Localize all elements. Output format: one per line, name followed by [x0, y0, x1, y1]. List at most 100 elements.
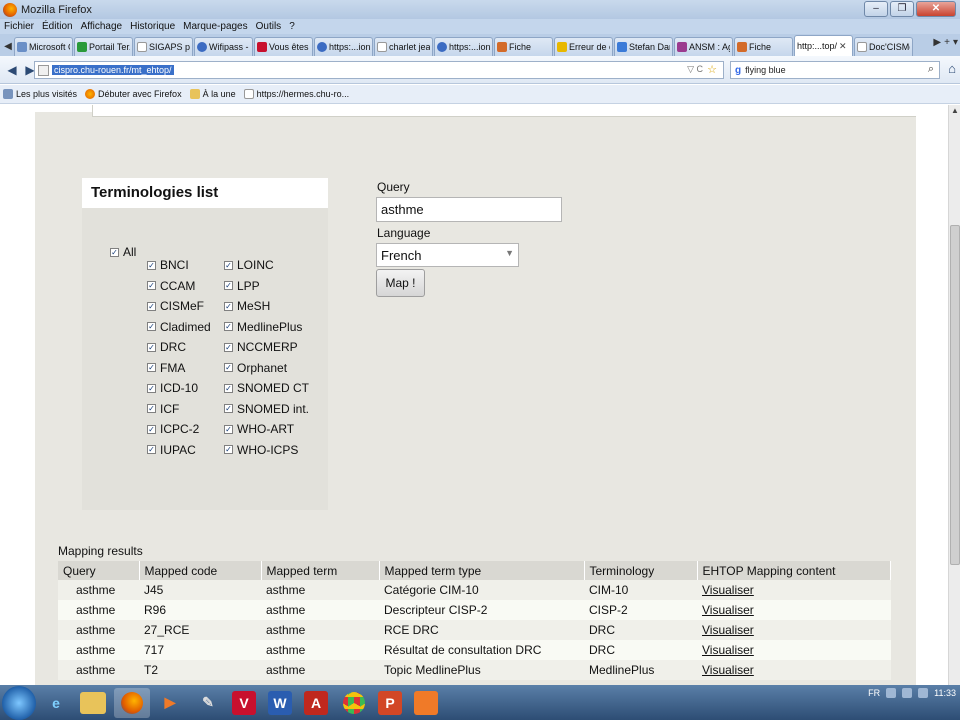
- volume-icon[interactable]: [918, 688, 929, 698]
- language-indicator[interactable]: FR: [868, 688, 880, 698]
- start-button[interactable]: [2, 685, 36, 720]
- menu-marque-pages[interactable]: Marque-pages: [183, 21, 247, 32]
- firefox-icon[interactable]: [114, 687, 150, 718]
- tab-scroll-right-icon[interactable]: ▶: [933, 37, 941, 48]
- clock[interactable]: 11:33: [934, 687, 956, 699]
- terminology-checkbox[interactable]: ✓ BNCI: [147, 258, 189, 272]
- browser-tab[interactable]: Wifipass - C...: [194, 37, 253, 56]
- browser-tab[interactable]: https:...ion=1: [314, 37, 373, 56]
- checkbox-all[interactable]: ✓ All: [110, 245, 136, 259]
- check-icon[interactable]: ✓: [224, 383, 233, 393]
- search-icon[interactable]: ⌕: [928, 63, 934, 76]
- map-button[interactable]: Map !: [376, 269, 425, 297]
- browser-tab[interactable]: Fiche: [494, 37, 553, 56]
- check-icon[interactable]: ✓: [110, 247, 119, 257]
- query-input[interactable]: [376, 197, 562, 222]
- check-icon[interactable]: ✓: [224, 322, 233, 331]
- check-icon[interactable]: ✓: [224, 424, 233, 434]
- menu-outils[interactable]: Outils: [256, 21, 282, 32]
- acrobat-icon[interactable]: A: [304, 690, 328, 715]
- search-bar[interactable]: g flying blue ⌕: [730, 61, 940, 79]
- url-text[interactable]: cispro.chu-rouen.fr/mt_ehtop/: [52, 65, 174, 75]
- browser-tab[interactable]: Microsoft O...: [14, 37, 73, 56]
- terminology-checkbox[interactable]: ✓ ICPC-2: [147, 422, 199, 436]
- check-icon[interactable]: ✓: [147, 404, 156, 413]
- terminology-checkbox[interactable]: ✓ SNOMED int.: [224, 402, 309, 416]
- check-icon[interactable]: ✓: [224, 363, 233, 372]
- browser-tab[interactable]: Stefan Dar...: [614, 37, 673, 56]
- terminology-checkbox[interactable]: ✓ Cladimed: [147, 320, 211, 334]
- ie-icon[interactable]: e: [38, 688, 74, 718]
- chrome-icon[interactable]: [336, 688, 372, 718]
- scroll-up-icon[interactable]: ▲: [949, 105, 960, 117]
- browser-tab[interactable]: SIGAPS pou...: [134, 37, 193, 56]
- visualiser-link[interactable]: Visualiser: [702, 623, 754, 637]
- terminology-checkbox[interactable]: ✓ ICF: [147, 402, 179, 416]
- visualiser-link[interactable]: Visualiser: [702, 583, 754, 597]
- new-tab-icon[interactable]: +: [944, 37, 950, 48]
- minimize-icon[interactable]: –: [864, 1, 888, 17]
- terminology-checkbox[interactable]: ✓ MedlinePlus: [224, 320, 302, 334]
- browser-tab[interactable]: Erreur de ch...: [554, 37, 613, 56]
- scrollbar-thumb[interactable]: [950, 225, 960, 565]
- menu-historique[interactable]: Historique: [130, 21, 175, 32]
- check-icon[interactable]: ✓: [147, 424, 156, 434]
- check-icon[interactable]: ✓: [147, 301, 156, 311]
- menu-affichage[interactable]: Affichage: [81, 21, 123, 32]
- terminology-checkbox[interactable]: ✓ DRC: [147, 340, 186, 354]
- terminology-checkbox[interactable]: ✓ SNOMED CT: [224, 381, 309, 395]
- bookmark-item[interactable]: Débuter avec Firefox: [85, 89, 182, 99]
- network-icon[interactable]: [902, 688, 913, 698]
- terminology-checkbox[interactable]: ✓ CISMeF: [147, 299, 204, 313]
- app-icon[interactable]: [414, 690, 438, 715]
- vertical-scrollbar[interactable]: ▲: [948, 105, 960, 685]
- check-icon[interactable]: ✓: [147, 363, 156, 372]
- terminology-checkbox[interactable]: ✓ Orphanet: [224, 361, 287, 375]
- bookmark-item[interactable]: Les plus visités: [3, 89, 77, 99]
- terminology-checkbox[interactable]: ✓ NCCMERP: [224, 340, 298, 354]
- word-icon[interactable]: W: [268, 690, 292, 715]
- powerpoint-icon[interactable]: P: [378, 690, 402, 715]
- check-icon[interactable]: ✓: [224, 404, 233, 413]
- visualiser-link[interactable]: Visualiser: [702, 603, 754, 617]
- antivirus-icon[interactable]: V: [232, 690, 256, 715]
- terminology-checkbox[interactable]: ✓ CCAM: [147, 279, 195, 293]
- check-icon[interactable]: ✓: [224, 342, 233, 352]
- terminology-checkbox[interactable]: ✓ WHO-ART: [224, 422, 294, 436]
- browser-tab[interactable]: Vous êtes d...: [254, 37, 313, 56]
- check-icon[interactable]: ✓: [147, 260, 156, 270]
- browser-tab[interactable]: Fiche: [734, 37, 793, 56]
- url-bar[interactable]: cispro.chu-rouen.fr/mt_ehtop/ ▽ C ☆: [34, 61, 724, 79]
- terminology-checkbox[interactable]: ✓ MeSH: [224, 299, 270, 313]
- check-icon[interactable]: ✓: [147, 342, 156, 352]
- check-icon[interactable]: ✓: [147, 281, 156, 290]
- tab-scroll-left-icon[interactable]: ◀: [2, 38, 14, 56]
- menu-fichier[interactable]: Fichier: [4, 21, 34, 32]
- menu-edition[interactable]: Édition: [42, 21, 73, 32]
- tool-icon[interactable]: ✎: [190, 688, 226, 718]
- bookmark-star-icon[interactable]: ☆: [707, 63, 717, 76]
- close-tab-icon[interactable]: ✕: [839, 41, 847, 52]
- explorer-icon[interactable]: [80, 691, 106, 714]
- terminology-checkbox[interactable]: ✓ ICD-10: [147, 381, 198, 395]
- check-icon[interactable]: ✓: [224, 281, 233, 290]
- list-tabs-icon[interactable]: ▾: [953, 37, 958, 48]
- search-input[interactable]: flying blue: [745, 65, 786, 75]
- close-window-icon[interactable]: ✕: [916, 1, 956, 17]
- tray-arrow-icon[interactable]: [886, 688, 897, 698]
- check-icon[interactable]: ✓: [224, 260, 233, 270]
- back-icon[interactable]: ◀: [3, 61, 21, 79]
- home-icon[interactable]: ⌂: [948, 61, 956, 76]
- bookmark-item[interactable]: https://hermes.chu-ro...: [243, 89, 349, 99]
- check-icon[interactable]: ✓: [147, 322, 156, 331]
- terminology-checkbox[interactable]: ✓ LOINC: [224, 258, 274, 272]
- terminology-checkbox[interactable]: ✓ IUPAC: [147, 443, 196, 457]
- menu-aide[interactable]: ?: [289, 21, 295, 32]
- browser-tab[interactable]: Portail Ter...: [74, 37, 133, 56]
- media-player-icon[interactable]: ▶: [152, 688, 188, 718]
- maximize-icon[interactable]: ❐: [890, 1, 914, 17]
- browser-tab[interactable]: https:...ion=1: [434, 37, 493, 56]
- bookmark-item[interactable]: À la une: [189, 89, 236, 99]
- terminology-checkbox[interactable]: ✓ FMA: [147, 361, 185, 375]
- check-icon[interactable]: ✓: [147, 383, 156, 393]
